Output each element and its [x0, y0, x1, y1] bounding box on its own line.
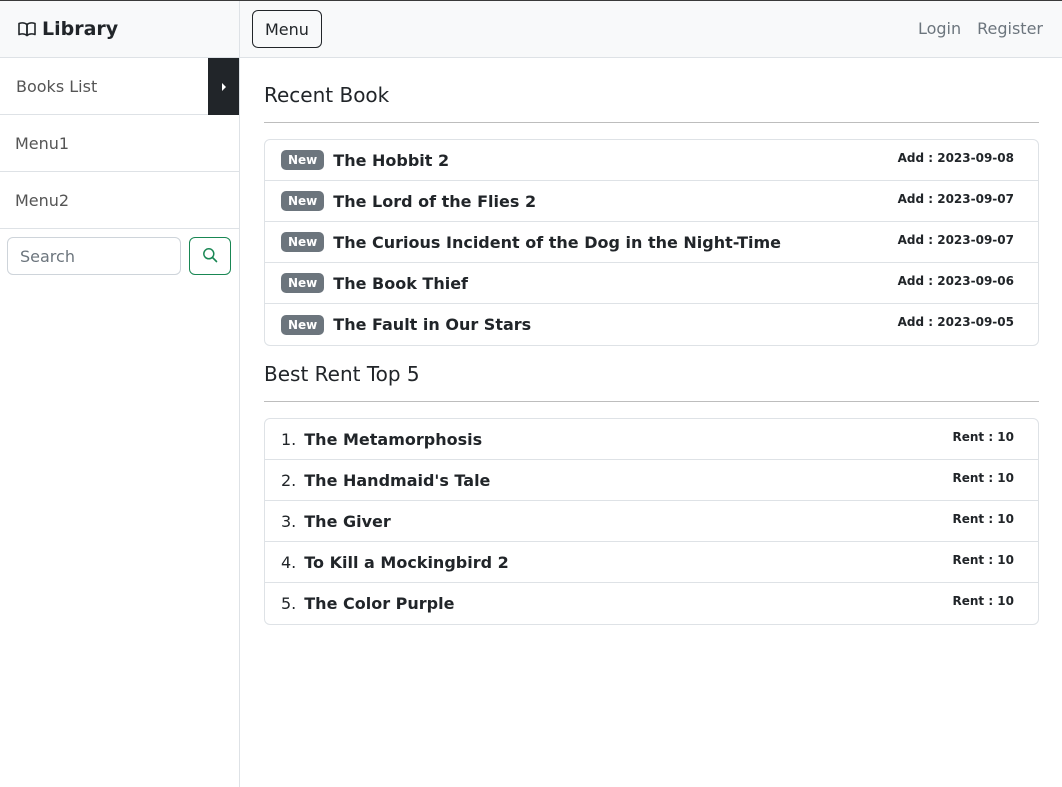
sidebar: Library Books List Menu1 Menu2 — [0, 1, 240, 787]
rank-number: 3. — [281, 511, 297, 531]
search-form — [0, 229, 239, 275]
list-item[interactable]: New The Hobbit 2 Add : 2023-09-08 — [265, 140, 1038, 181]
list-item[interactable]: 3. The Giver Rent : 10 — [265, 501, 1038, 542]
register-link[interactable]: Register — [977, 19, 1043, 38]
sidebar-item-menu1[interactable]: Menu1 — [0, 115, 239, 172]
book-title[interactable]: To Kill a Mockingbird 2 — [304, 553, 509, 572]
login-link[interactable]: Login — [918, 19, 961, 38]
rank-number: 5. — [281, 594, 297, 613]
list-item[interactable]: New The Curious Incident of the Dog in t… — [265, 222, 1038, 263]
new-badge: New — [281, 232, 325, 252]
book-open-icon — [18, 20, 36, 38]
recent-book-list: New The Hobbit 2 Add : 2023-09-08 New Th… — [264, 139, 1039, 346]
list-item[interactable]: New The Fault in Our Stars Add : 2023-09… — [265, 304, 1038, 345]
search-button[interactable] — [189, 237, 231, 275]
rent-count: Rent : 10 — [952, 512, 1014, 526]
list-item[interactable]: New The Book Thief Add : 2023-09-06 — [265, 263, 1038, 304]
top-navbar: Menu Login Register — [240, 1, 1062, 58]
sidebar-item-menu2[interactable]: Menu2 — [0, 172, 239, 229]
brand-title: Library — [42, 18, 119, 40]
list-item[interactable]: 4. To Kill a Mockingbird 2 Rent : 10 — [265, 542, 1038, 583]
sidebar-item-label: Menu2 — [15, 190, 70, 210]
added-date: Add : 2023-09-07 — [897, 233, 1014, 247]
book-title[interactable]: The Fault in Our Stars — [333, 315, 531, 334]
new-badge: New — [281, 150, 325, 170]
sidebar-brand[interactable]: Library — [0, 1, 239, 58]
search-icon — [202, 247, 218, 266]
divider — [264, 122, 1039, 123]
list-item[interactable]: New The Lord of the Flies 2 Add : 2023-0… — [265, 181, 1038, 222]
recent-book-heading: Recent Book — [264, 83, 390, 107]
list-item[interactable]: 2. The Handmaid's Tale Rent : 10 — [265, 460, 1038, 501]
new-badge: New — [281, 191, 325, 211]
caret-right-icon — [221, 82, 226, 91]
best-rent-list: 1. The Metamorphosis Rent : 10 2. The Ha… — [264, 418, 1039, 625]
book-title[interactable]: The Color Purple — [304, 594, 454, 613]
rank-number: 1. — [281, 429, 297, 449]
divider — [264, 401, 1039, 402]
added-date: Add : 2023-09-06 — [897, 274, 1014, 288]
book-title[interactable]: The Lord of the Flies 2 — [333, 192, 536, 211]
rent-count: Rent : 10 — [952, 430, 1014, 444]
added-date: Add : 2023-09-07 — [897, 192, 1014, 206]
auth-links: Login Register — [918, 19, 1043, 38]
book-title[interactable]: The Metamorphosis — [304, 430, 482, 449]
rent-count: Rent : 10 — [952, 471, 1014, 485]
best-rent-heading: Best Rent Top 5 — [264, 362, 420, 386]
book-title[interactable]: The Hobbit 2 — [333, 151, 449, 170]
book-title[interactable]: The Giver — [304, 512, 391, 531]
rank-number: 4. — [281, 552, 297, 572]
list-item[interactable]: 5. The Color Purple Rent : 10 — [265, 583, 1038, 624]
book-title[interactable]: The Curious Incident of the Dog in the N… — [333, 233, 781, 252]
sidebar-toggle-button[interactable] — [208, 58, 239, 115]
sidebar-item-label: Books List — [16, 76, 98, 96]
rent-count: Rent : 10 — [952, 553, 1014, 567]
menu-button[interactable]: Menu — [252, 10, 322, 48]
new-badge: New — [281, 314, 325, 335]
rank-number: 2. — [281, 470, 297, 490]
book-title[interactable]: The Handmaid's Tale — [304, 471, 490, 490]
sidebar-item-label: Menu1 — [15, 133, 70, 153]
search-input[interactable] — [7, 237, 181, 275]
list-item[interactable]: 1. The Metamorphosis Rent : 10 — [265, 419, 1038, 460]
sidebar-item-books-list[interactable]: Books List — [0, 58, 239, 115]
book-title[interactable]: The Book Thief — [333, 274, 468, 293]
rent-count: Rent : 10 — [952, 594, 1014, 608]
added-date: Add : 2023-09-08 — [897, 151, 1014, 165]
new-badge: New — [281, 273, 325, 293]
added-date: Add : 2023-09-05 — [897, 315, 1014, 329]
